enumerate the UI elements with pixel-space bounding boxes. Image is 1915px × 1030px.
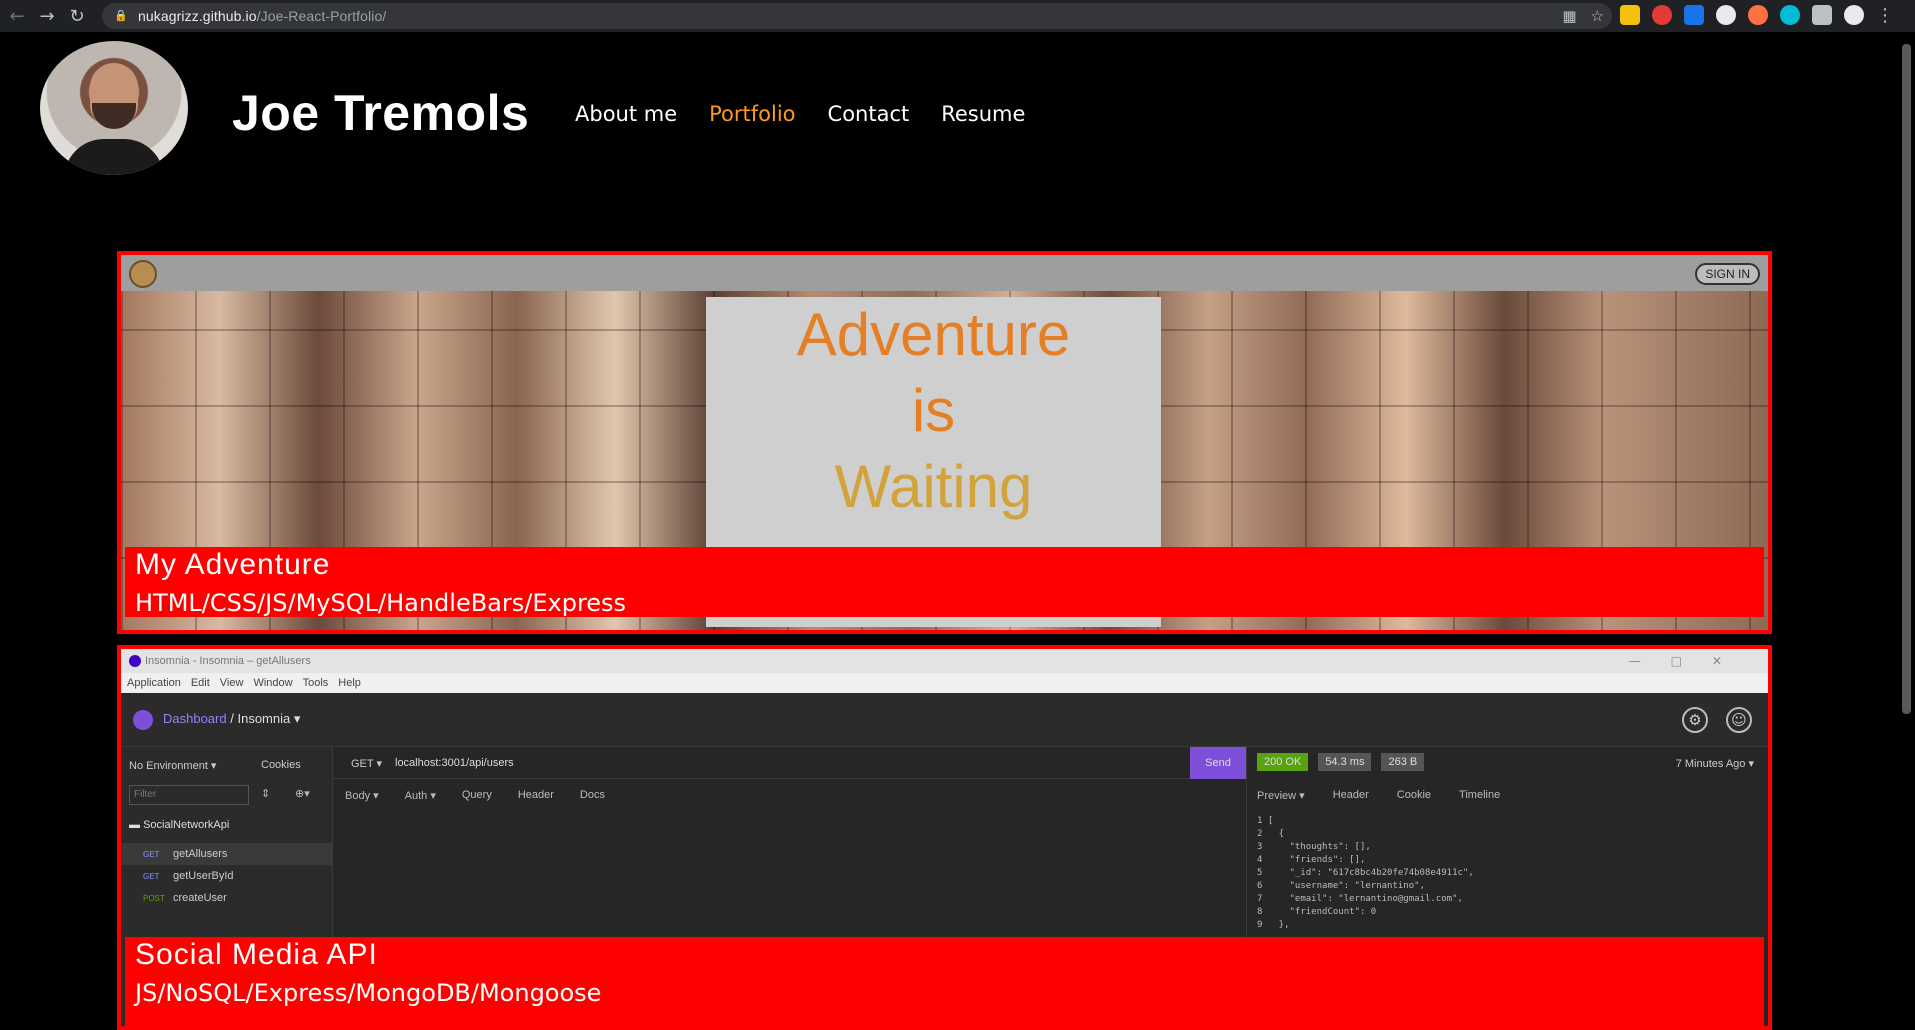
breadcrumb: Dashboard / Insomnia ▾ [163, 711, 300, 727]
nav-portfolio[interactable]: Portfolio [709, 102, 795, 126]
filter-input: Filter [129, 785, 249, 805]
tab: Auth ▾ [404, 790, 436, 802]
preview-app-header: Dashboard / Insomnia ▾ ⚙ ☺ [121, 693, 1768, 747]
url-text: nukagrizz.github.io/Joe-React-Portfolio/ [138, 8, 386, 24]
project-title: My Adventure [135, 548, 331, 581]
tab: Header [517, 789, 554, 801]
url-path: /Joe-React-Portfolio/ [256, 8, 387, 24]
menu-item: View [219, 677, 244, 689]
project-card-my-adventure[interactable]: SIGN IN Adventure is Waiting My Adventur… [117, 251, 1772, 634]
send-button: Send [1190, 747, 1246, 779]
request-tabs: Body ▾ Auth ▾ Query Header Docs [345, 789, 605, 802]
request-item: POST createUser [143, 892, 227, 904]
request-item: GET getUserById [143, 870, 234, 882]
request-item: GET getAllusers [121, 843, 333, 865]
project-card-social-media-api[interactable]: Insomnia - Insomnia – getAllusers —□✕ Ap… [117, 645, 1772, 1030]
history-select: 7 Minutes Ago ▾ [1675, 758, 1754, 770]
tab: Docs [579, 789, 605, 801]
forward-arrow-icon[interactable]: → [34, 3, 60, 29]
status-badge: 200 OK [1257, 753, 1309, 771]
bookmark-star-icon[interactable]: ☆ [1591, 7, 1604, 25]
menu-item: Help [338, 677, 361, 689]
profile-icon[interactable] [1844, 5, 1864, 25]
url-bar: GET ▾ localhost:3001/api/users Send [333, 747, 1246, 779]
breadcrumb-root: Dashboard [163, 711, 227, 726]
breadcrumb-separator: / [230, 711, 234, 726]
extension-icon[interactable] [1748, 5, 1768, 25]
menu-item: Window [253, 677, 293, 689]
extensions-icon[interactable] [1812, 5, 1832, 25]
avatar [40, 41, 188, 175]
project-caption: My Adventure HTML/CSS/JS/MySQL/HandleBar… [125, 547, 1764, 617]
scrollbar-thumb[interactable] [1902, 44, 1911, 714]
react-devtools-icon[interactable] [1780, 5, 1800, 25]
back-arrow-icon[interactable]: ← [4, 3, 30, 29]
url-host: nukagrizz.github.io [138, 8, 257, 24]
menu-item: Edit [190, 677, 210, 689]
tab: Query [461, 789, 492, 801]
extension-icon[interactable] [1684, 5, 1704, 25]
project-tech: HTML/CSS/JS/MySQL/HandleBars/Express [135, 589, 627, 617]
menu-item: Application [127, 677, 181, 689]
portfolio-page: Joe Tremols About me Portfolio Contact R… [0, 32, 1898, 1030]
insomnia-logo-icon [133, 710, 153, 730]
site-title: Joe Tremols [232, 85, 530, 141]
response-status: 200 OK 54.3 ms 263 B [1257, 753, 1425, 771]
tab: Cookie [1396, 789, 1432, 801]
size-badge: 263 B [1381, 753, 1425, 771]
window-controls: —□✕ [1628, 654, 1752, 668]
extension-icon[interactable] [1620, 5, 1640, 25]
project-tech: JS/NoSQL/Express/MongoDB/Mongoose [135, 979, 602, 1007]
lock-icon[interactable]: 🔒 [114, 9, 128, 23]
tab: Timeline [1459, 789, 1501, 801]
tab: Header [1332, 789, 1369, 801]
tab: Preview ▾ [1257, 790, 1305, 802]
main-nav: About me Portfolio Contact Resume [575, 102, 1025, 126]
project-title: Social Media API [135, 938, 378, 971]
request-url: localhost:3001/api/users [395, 757, 514, 769]
breadcrumb-current: Insomnia ▾ [237, 711, 301, 726]
preview-window-title: Insomnia - Insomnia – getAllusers [121, 649, 1768, 673]
preview-header: SIGN IN [121, 255, 1768, 291]
gear-icon: ⚙ [1682, 707, 1708, 733]
hero-line: Waiting [834, 453, 1033, 520]
extensions-bar: ⋮ [1620, 5, 1894, 26]
cookies-link: Cookies [261, 759, 301, 771]
response-json: 1 [ 2 { 3 "thoughts": [], 4 "friends": [… [1257, 816, 1474, 930]
nav-about-me[interactable]: About me [575, 102, 677, 126]
environment-select: No Environment ▾ [129, 760, 217, 772]
time-badge: 54.3 ms [1318, 753, 1372, 771]
preview-signin-button: SIGN IN [1695, 263, 1760, 285]
extension-icon[interactable] [1716, 5, 1736, 25]
nav-contact[interactable]: Contact [828, 102, 910, 126]
reload-icon[interactable]: ↻ [64, 3, 90, 29]
extension-icon[interactable] [1652, 5, 1672, 25]
logo-icon [129, 260, 157, 288]
menu-icon[interactable]: ⋮ [1876, 5, 1894, 26]
nav-resume[interactable]: Resume [941, 102, 1025, 126]
response-tabs: Preview ▾ Header Cookie Timeline [1257, 789, 1500, 802]
address-bar[interactable]: 🔒 nukagrizz.github.io/Joe-React-Portfoli… [102, 3, 1612, 29]
tab: Body ▾ [345, 790, 379, 802]
menu-item: Tools [302, 677, 329, 689]
sort-icon: ⇕ [261, 788, 271, 800]
folder-item: ▬ SocialNetworkApi [129, 819, 230, 831]
method-select: GET ▾ [351, 758, 382, 770]
add-icon: ⊕▾ [295, 788, 310, 800]
page-scrollbar[interactable] [1898, 32, 1915, 998]
project-caption: Social Media API JS/NoSQL/Express/MongoD… [125, 937, 1764, 1026]
preview-menu-bar: Application Edit View Window Tools Help [121, 673, 1768, 693]
browser-toolbar: ← → ↻ 🔒 nukagrizz.github.io/Joe-React-Po… [0, 0, 1915, 32]
qr-code-icon[interactable]: ▦ [1562, 7, 1576, 25]
hero-line: Adventure [796, 301, 1071, 368]
hero-line: is [911, 377, 956, 444]
user-icon: ☺ [1726, 707, 1752, 733]
